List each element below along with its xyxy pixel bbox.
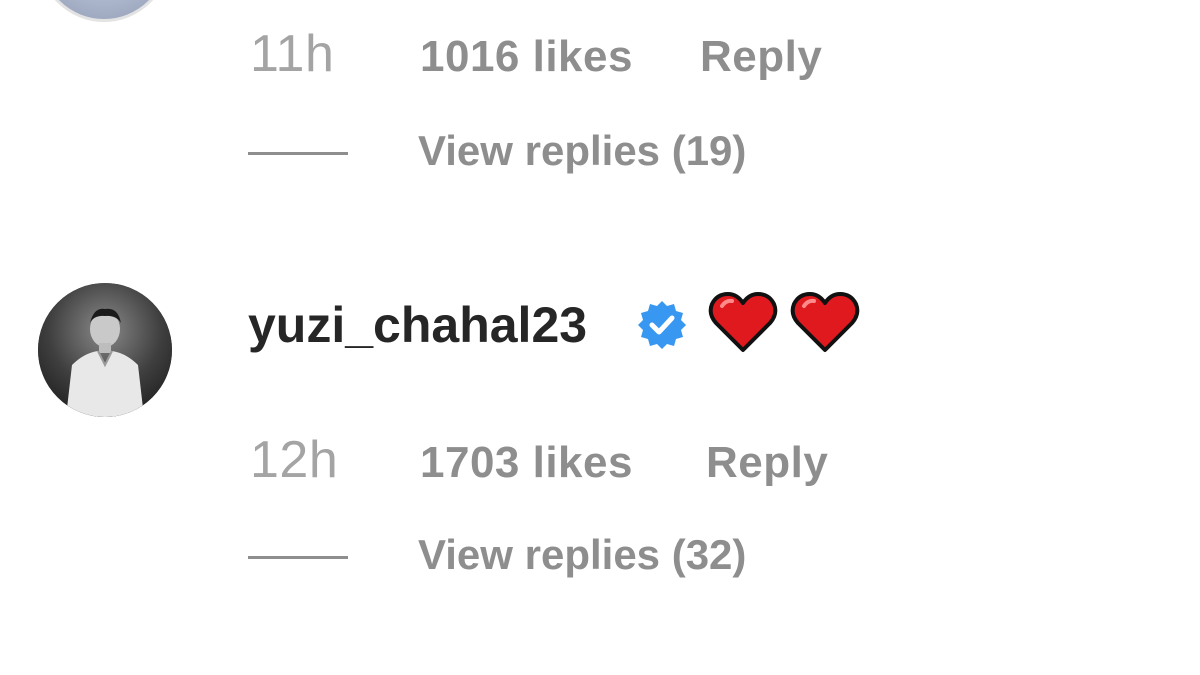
avatar[interactable] <box>38 283 172 417</box>
replies-divider <box>248 152 348 155</box>
reply-button[interactable]: Reply <box>700 32 822 82</box>
comment-timestamp: 12h <box>250 431 339 489</box>
likes-count[interactable]: 1016 likes <box>420 32 633 82</box>
view-replies-button[interactable]: View replies (32) <box>418 531 746 579</box>
reply-button[interactable]: Reply <box>706 438 828 488</box>
comments-panel: 11h 1016 likes Reply View replies (19) y… <box>0 0 1200 675</box>
replies-divider <box>248 556 348 559</box>
comment-username[interactable]: yuzi_chahal23 <box>248 296 587 354</box>
comment-timestamp: 11h <box>250 25 335 83</box>
view-replies-button[interactable]: View replies (19) <box>418 127 746 175</box>
avatar[interactable] <box>38 0 170 22</box>
likes-count[interactable]: 1703 likes <box>420 438 633 488</box>
profile-photo <box>38 283 172 417</box>
verified-badge-icon <box>636 299 688 351</box>
red-heart-icon <box>708 290 778 354</box>
red-heart-icon <box>790 290 860 354</box>
